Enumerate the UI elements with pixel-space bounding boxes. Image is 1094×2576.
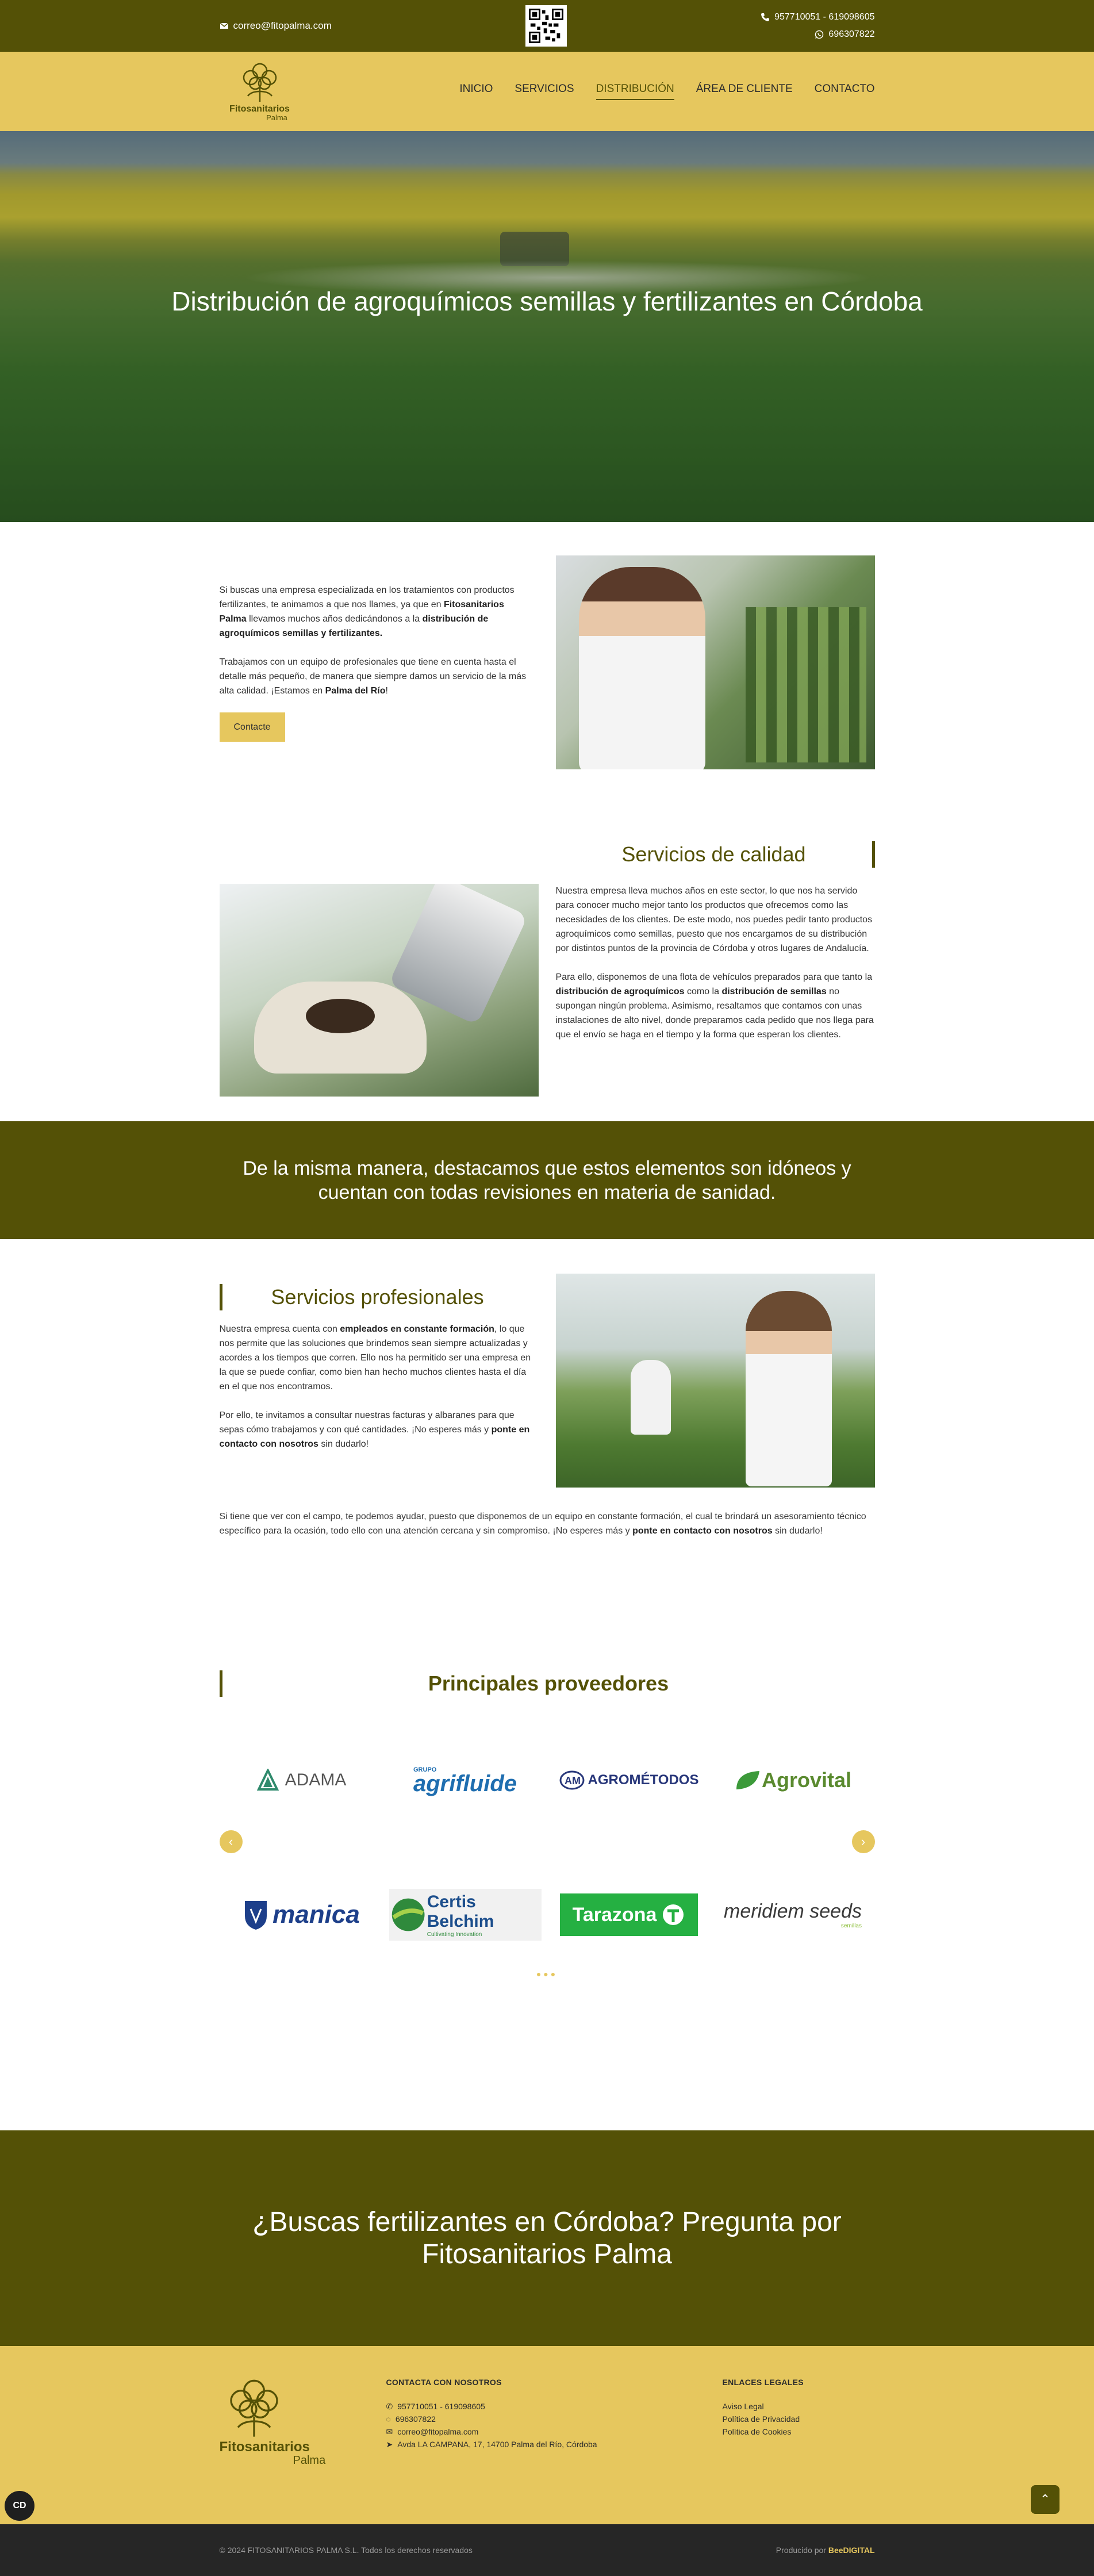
qr-code-icon [528, 9, 563, 43]
footer-legal-title: ENLACES LEGALES [722, 2378, 804, 2387]
site-logo[interactable]: Fitosanitarios Palma [220, 62, 300, 122]
phone-icon: ✆ [386, 2402, 393, 2411]
carousel-next-button[interactable]: › [851, 1830, 875, 1853]
legal-link-aviso[interactable]: Aviso Legal [723, 2400, 804, 2413]
contact-button[interactable]: Contacte [219, 712, 285, 742]
footer-logo[interactable]: Fitosanitarios Palma [220, 2376, 386, 2467]
whatsapp-icon: ◌ [386, 2414, 391, 2424]
site-header: Fitosanitarios Palma INICIO SERVICIOS DI… [0, 52, 1094, 131]
footer-logo-sub: Palma [293, 2454, 326, 2467]
whatsapp-icon [815, 30, 824, 39]
provider-logo-agrifluide[interactable]: GRUPO agrifluide [389, 1754, 542, 1806]
professional-paragraph-1: Nuestra empresa cuenta con empleados en … [219, 1324, 531, 1392]
sanity-banner: De la misma manera, destacamos que estos… [0, 1121, 1094, 1239]
professional-title: Servicios profesionales [219, 1284, 533, 1310]
legal-link-privacidad[interactable]: Política de Privacidad [723, 2413, 804, 2425]
site-footer: Fitosanitarios Palma CONTACTA CON NOSOTR… [0, 2346, 1094, 2524]
hero-banner: Distribución de agroquímicos semillas y … [0, 131, 1094, 522]
intro-section: Si buscas una empresa especializada en l… [0, 522, 1094, 775]
microscope-soil-image [219, 884, 539, 1097]
copyright-text: © 2024 FITOSANITARIOS PALMA S.L. Todos l… [219, 2546, 473, 2555]
footer-contact: CONTACTA CON NOSOTROS ✆ 957710051 - 61909… [386, 2376, 723, 2467]
quality-paragraph-1: Nuestra empresa lleva muchos años en est… [555, 886, 873, 953]
qr-code[interactable] [525, 5, 567, 47]
envelope-icon [220, 22, 228, 29]
adama-icon [256, 1769, 279, 1791]
providers-row-1: ADAMA GRUPO agrifluide AM AGROMÉTODOS Ag… [225, 1754, 869, 1806]
professional-section: Servicios profesionales Nuestra empresa … [0, 1239, 1094, 1670]
provider-logo-certis-belchim[interactable]: Certis Belchim Cultivating Innovation [389, 1889, 542, 1941]
scientist-plants-image [555, 555, 875, 769]
quality-paragraph-2: Para ello, disponemos de una flota de ve… [555, 972, 874, 1040]
footer-address: ➤ Avda LA CAMPANA, 17, 14700 Palma del Rí… [386, 2438, 723, 2451]
phone-icon [761, 13, 770, 21]
nav-item-area-cliente[interactable]: ÁREA DE CLIENTE [696, 83, 793, 100]
footer-legal: ENLACES LEGALES Aviso Legal Política de … [723, 2376, 804, 2467]
topbar-email-link[interactable]: correo@fitopalma.com [220, 20, 332, 32]
hero-title: Distribución de agroquímicos semillas y … [171, 286, 923, 316]
topbar-phones: 957710051 - 619098605 696307822 [761, 9, 875, 43]
providers-section: Principales proveedores ADAMA GRUPO agri… [0, 1670, 1094, 2130]
tarazona-icon [663, 1904, 684, 1925]
nav-item-contacto[interactable]: CONTACTO [815, 83, 875, 100]
cotton-logo-icon [229, 2379, 278, 2437]
agrometodos-icon: AM [559, 1770, 585, 1790]
providers-row-2: manica Certis Belchim Cultivating Innova… [225, 1889, 869, 1941]
cta-title: ¿Buscas fertilizantes en Córdoba? Pregun… [252, 2206, 842, 2270]
bottom-bar: CD © 2024 FITOSANITARIOS PALMA S.L. Todo… [0, 2491, 1094, 2576]
footer-whatsapp-link[interactable]: ◌ 696307822 [386, 2413, 723, 2425]
produced-by: Producido por BeeDIGITAL [776, 2546, 875, 2555]
footer-contact-title: CONTACTA CON NOSOTROS [386, 2378, 502, 2387]
cta-banner: ¿Buscas fertilizantes en Córdoba? Pregun… [0, 2130, 1094, 2346]
carousel-prev-button[interactable]: ‹ [219, 1830, 243, 1853]
top-bar: correo@fitopalma.com 957710051 - 6190986… [0, 0, 1094, 52]
providers-title: Principales proveedores [219, 1670, 875, 1697]
providers-carousel-controls: ‹ › [219, 1830, 875, 1853]
footer-email-link[interactable]: ✉ correo@fitopalma.com [386, 2425, 723, 2438]
shield-icon [245, 1901, 267, 1930]
professional-text: Servicios profesionales Nuestra empresa … [219, 1274, 533, 1466]
footer-phone-link[interactable]: ✆ 957710051 - 619098605 [386, 2400, 723, 2413]
chevron-left-icon: ‹ [228, 1834, 233, 1849]
provider-logo-meridiem[interactable]: meridiem seeds semillas [717, 1889, 869, 1941]
globe-icon [391, 1898, 425, 1931]
nav-item-servicios[interactable]: SERVICIOS [515, 83, 574, 100]
intro-paragraph-2: Trabajamos con un equipo de profesionale… [219, 657, 527, 696]
greenhouse-workers-image [555, 1274, 875, 1488]
svg-text:AM: AM [565, 1775, 581, 1787]
sanity-banner-text: De la misma manera, destacamos que estos… [243, 1157, 851, 1203]
location-arrow-icon: ➤ [386, 2440, 393, 2449]
provider-logo-tarazona[interactable]: Tarazona [553, 1889, 705, 1941]
professional-paragraph-3: Si tiene que ver con el campo, te podemo… [219, 1512, 866, 1536]
intro-text: Si buscas una empresa especializada en l… [219, 583, 533, 742]
legal-link-cookies[interactable]: Política de Cookies [723, 2425, 804, 2438]
quality-text: Nuestra empresa lleva muchos años en est… [556, 884, 875, 1056]
scroll-to-top-button[interactable]: ⌃ [1031, 2485, 1060, 2514]
nav-item-distribucion[interactable]: DISTRIBUCIÓN [596, 83, 674, 100]
chevron-up-icon: ⌃ [1039, 2492, 1051, 2506]
cotton-logo-icon [243, 63, 277, 102]
provider-logo-agrovital[interactable]: Agrovital [717, 1754, 869, 1806]
beedigital-link[interactable]: BeeDIGITAL [828, 2546, 875, 2555]
main-nav: INICIO SERVICIOS DISTRIBUCIÓN ÁREA DE CL… [459, 83, 875, 100]
carousel-pagination[interactable]: ●●● [0, 1969, 1094, 1979]
quality-title: Servicios de calidad [556, 841, 875, 868]
provider-logo-agrometodos[interactable]: AM AGROMÉTODOS [553, 1754, 705, 1806]
topbar-phone-link[interactable]: 957710051 - 619098605 [761, 9, 875, 26]
quality-section: Servicios de calidad Nuestra empresa lle… [0, 775, 1094, 1121]
topbar-email-text: correo@fitopalma.com [233, 20, 332, 31]
topbar-whatsapp-text: 696307822 [828, 29, 875, 39]
professional-paragraph-2: Por ello, te invitamos a consultar nuest… [219, 1410, 530, 1449]
provider-logo-manica[interactable]: manica [225, 1889, 378, 1941]
leaf-icon [736, 1771, 759, 1789]
logo-sub: Palma [266, 113, 287, 122]
provider-logo-adama[interactable]: ADAMA [225, 1754, 378, 1806]
intro-paragraph-1: Si buscas una empresa especializada en l… [219, 585, 515, 638]
topbar-phone-text: 957710051 - 619098605 [774, 12, 875, 22]
chevron-right-icon: › [861, 1834, 866, 1849]
nav-item-inicio[interactable]: INICIO [459, 83, 493, 100]
envelope-icon: ✉ [386, 2427, 393, 2436]
topbar-whatsapp-link[interactable]: 696307822 [761, 26, 875, 43]
footer-logo-name: Fitosanitarios [219, 2439, 310, 2455]
